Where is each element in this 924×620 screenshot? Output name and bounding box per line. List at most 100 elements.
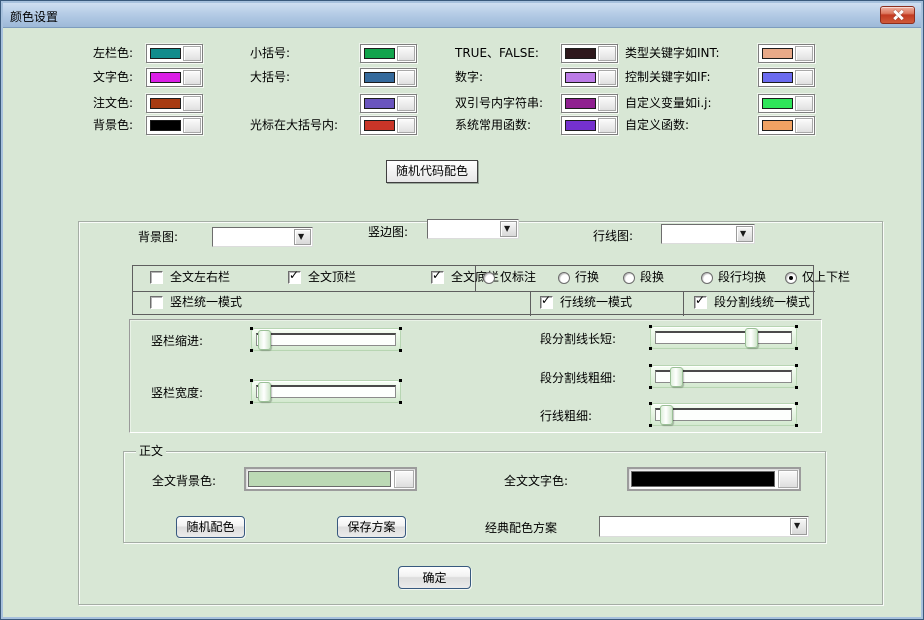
- slider-track[interactable]: [256, 385, 396, 398]
- full-text-background-color-swatch[interactable]: [244, 467, 417, 491]
- close-button[interactable]: [880, 6, 915, 24]
- ok-button[interactable]: 确定: [398, 566, 471, 589]
- slider-thumb[interactable]: [745, 328, 758, 348]
- color-swatch[interactable]: [561, 68, 618, 87]
- field-label: 背景图:: [138, 228, 178, 247]
- vertical-edge-image-combo[interactable]: ▼: [427, 219, 519, 239]
- slider-thumb[interactable]: [258, 382, 271, 402]
- slider-line-thickness[interactable]: [650, 403, 797, 426]
- color-picker-button[interactable]: [795, 70, 813, 85]
- color-picker-button[interactable]: [183, 70, 201, 85]
- color-picker-button[interactable]: [397, 96, 415, 111]
- dropdown-button[interactable]: ▼: [500, 221, 517, 237]
- checkbox-label: 全文顶栏: [308, 268, 356, 287]
- random-colors-button[interactable]: 随机配色: [176, 516, 245, 538]
- color-swatch[interactable]: [146, 44, 203, 63]
- check-icon: ✓: [289, 268, 299, 282]
- color-picker-button[interactable]: [394, 470, 414, 488]
- save-scheme-button[interactable]: 保存方案: [337, 516, 406, 538]
- color-chip: [364, 48, 395, 59]
- dropdown-button[interactable]: ▼: [736, 226, 753, 242]
- color-picker-button[interactable]: [397, 118, 415, 133]
- color-picker-button[interactable]: [795, 96, 813, 111]
- slider-thumb[interactable]: [660, 405, 673, 425]
- color-swatch[interactable]: [146, 116, 203, 135]
- color-picker-button[interactable]: [598, 96, 616, 111]
- radio-only-top-bottom-bar[interactable]: [785, 272, 797, 284]
- color-picker-button[interactable]: [795, 46, 813, 61]
- slider-paragraph-divider-thickness[interactable]: [650, 365, 797, 388]
- field-label: 光标在大括号内:: [250, 116, 338, 135]
- slider-paragraph-divider-length[interactable]: [650, 326, 797, 349]
- field-label: 自定义变量如i.j:: [625, 94, 712, 113]
- radio-line-break[interactable]: [558, 272, 570, 284]
- field-label: 段分割线长短:: [540, 330, 616, 349]
- checkbox-paragraph-divider-uniform-mode[interactable]: ✓: [694, 296, 707, 309]
- color-swatch[interactable]: [146, 94, 203, 113]
- checkbox-line-uniform-mode[interactable]: ✓: [540, 296, 553, 309]
- color-picker-button[interactable]: [598, 46, 616, 61]
- radio-label: 段行均换: [718, 268, 766, 287]
- field-label: 全文文字色:: [504, 472, 568, 491]
- slider-vertical-bar-indent[interactable]: [251, 328, 401, 351]
- color-swatch[interactable]: [758, 44, 815, 63]
- background-image-combo[interactable]: ▼: [212, 227, 313, 247]
- slider-thumb[interactable]: [670, 367, 683, 387]
- color-swatch[interactable]: [360, 44, 417, 63]
- color-swatch[interactable]: [561, 94, 618, 113]
- slider-track[interactable]: [655, 408, 792, 421]
- dropdown-button[interactable]: ▼: [790, 518, 807, 535]
- color-swatch[interactable]: [360, 116, 417, 135]
- color-swatch[interactable]: [360, 94, 417, 113]
- checkbox-vertical-bar-uniform-mode[interactable]: ✓: [150, 296, 163, 309]
- color-picker-button[interactable]: [778, 470, 798, 488]
- color-swatch[interactable]: [758, 68, 815, 87]
- slider-thumb[interactable]: [258, 330, 271, 350]
- color-swatch[interactable]: [758, 94, 815, 113]
- line-image-combo[interactable]: ▼: [661, 224, 755, 244]
- slider-track[interactable]: [655, 331, 792, 344]
- checkbox-label: 段分割线统一模式: [714, 293, 810, 312]
- field-label: 竖栏缩进:: [151, 332, 203, 351]
- radio-label: 行换: [575, 268, 599, 287]
- color-picker-button[interactable]: [795, 118, 813, 133]
- color-swatch[interactable]: [561, 116, 618, 135]
- checkbox-full-top-bar[interactable]: ✓: [288, 271, 301, 284]
- color-swatch[interactable]: [758, 116, 815, 135]
- color-picker-button[interactable]: [183, 118, 201, 133]
- field-label: 小括号:: [250, 44, 290, 63]
- field-label: 文字色:: [93, 68, 133, 87]
- divider: [133, 291, 815, 292]
- color-picker-button[interactable]: [397, 46, 415, 61]
- color-chip: [150, 98, 181, 109]
- field-label: 段分割线粗细:: [540, 369, 616, 388]
- chevron-down-icon: ▼: [504, 224, 510, 233]
- color-picker-button[interactable]: [183, 46, 201, 61]
- slider-vertical-bar-width[interactable]: [251, 380, 401, 403]
- color-picker-button[interactable]: [183, 96, 201, 111]
- checkbox-label: 竖栏统一模式: [170, 293, 242, 312]
- radio-paragraph-and-line[interactable]: [701, 272, 713, 284]
- radio-label: 仅上下栏: [802, 268, 850, 287]
- color-swatch[interactable]: [146, 68, 203, 87]
- title-bar[interactable]: 颜色设置: [3, 3, 921, 28]
- field-label: 控制关键字如IF:: [625, 68, 711, 87]
- color-swatch[interactable]: [561, 44, 618, 63]
- color-picker-button[interactable]: [598, 70, 616, 85]
- checkbox-full-left-right-bar[interactable]: ✓: [150, 271, 163, 284]
- slider-track[interactable]: [256, 333, 396, 346]
- checkbox-full-bottom-bar[interactable]: ✓: [431, 271, 444, 284]
- color-chip: [248, 471, 391, 487]
- color-picker-button[interactable]: [397, 70, 415, 85]
- color-picker-button[interactable]: [598, 118, 616, 133]
- radio-only-annotation[interactable]: [483, 272, 495, 284]
- dropdown-button[interactable]: ▼: [294, 229, 311, 245]
- random-code-colors-button[interactable]: 随机代码配色: [386, 160, 478, 183]
- color-chip: [565, 120, 596, 131]
- classic-scheme-combo[interactable]: ▼: [599, 516, 809, 537]
- radio-paragraph-break[interactable]: [623, 272, 635, 284]
- divider: [530, 291, 531, 316]
- full-text-text-color-swatch[interactable]: [627, 467, 801, 491]
- color-swatch[interactable]: [360, 68, 417, 87]
- color-chip: [565, 48, 596, 59]
